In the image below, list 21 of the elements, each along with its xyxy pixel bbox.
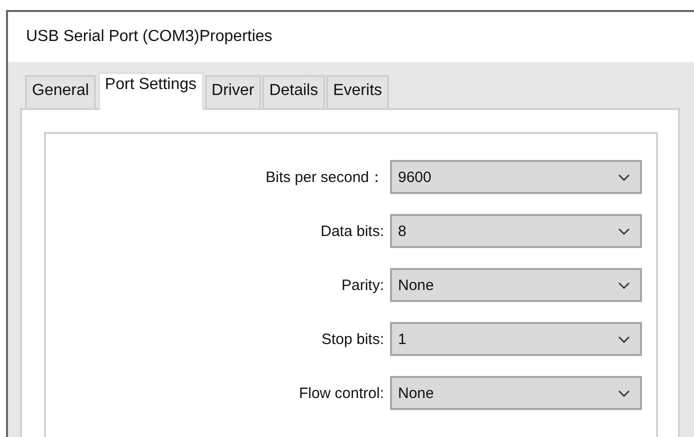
dropdown[interactable]: 9600 [390, 160, 642, 194]
field-label: Stop bits: [321, 330, 384, 348]
dropdown[interactable]: 8 [390, 214, 642, 248]
window-title: USB Serial Port (COM3)Properties [26, 28, 272, 46]
field-label: Data bits: [320, 222, 384, 240]
dropdown[interactable]: 1 [390, 322, 642, 356]
tab[interactable]: General [25, 75, 96, 108]
chevron-down-icon [618, 336, 630, 342]
chevron-down-icon [618, 282, 630, 288]
tab[interactable]: Everits [326, 75, 390, 108]
field-label: Flow control: [298, 384, 384, 402]
tab[interactable]: Driver [204, 75, 262, 108]
dropdown[interactable]: None [390, 376, 642, 410]
tab[interactable]: Details [262, 75, 326, 108]
field-label: Parity: [341, 276, 384, 294]
dropdown[interactable]: None [390, 268, 642, 302]
chevron-down-icon [618, 390, 630, 396]
field-label: Bits per second： [266, 168, 384, 186]
chevron-down-icon [618, 228, 630, 234]
tab[interactable]: Port Settings [98, 72, 204, 110]
chevron-down-icon [618, 174, 630, 180]
